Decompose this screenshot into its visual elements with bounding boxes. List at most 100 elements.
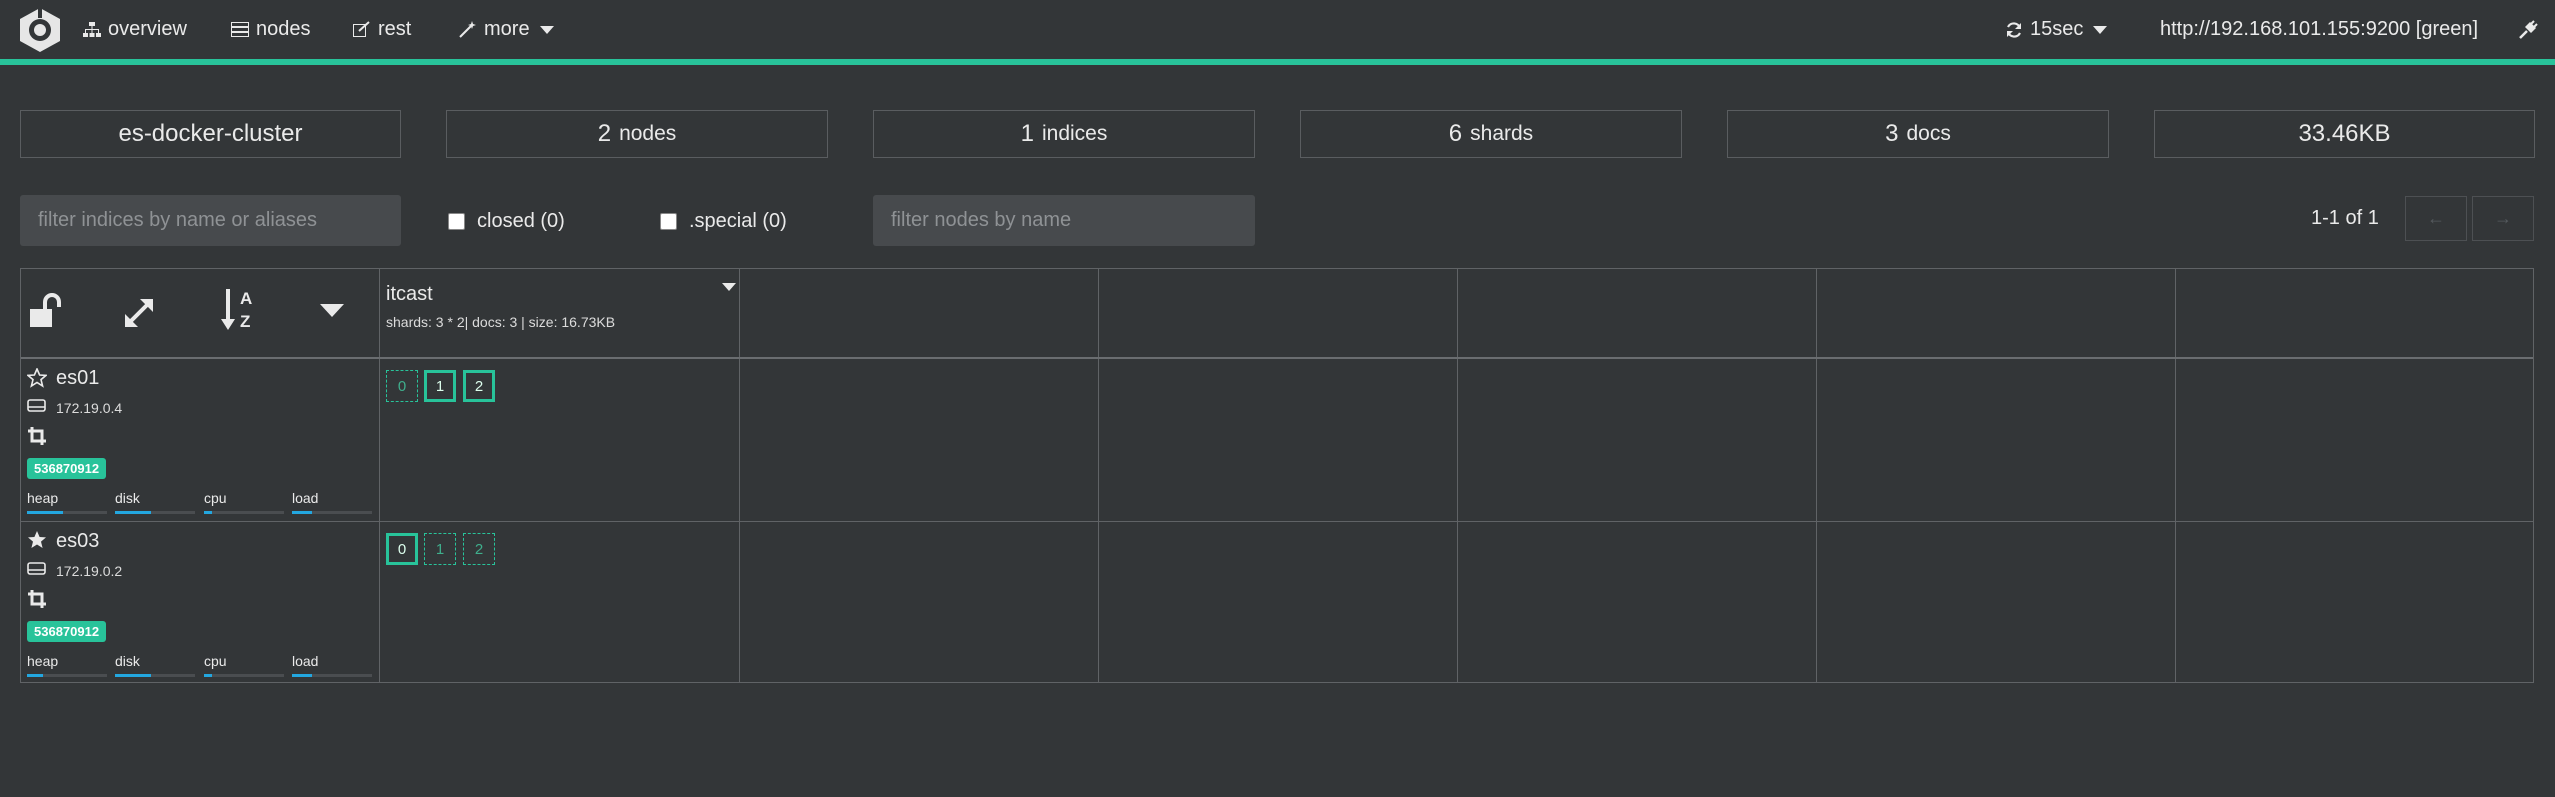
load-meter-fill (292, 674, 312, 677)
shards-count: 6 (1448, 120, 1463, 147)
node-id-badge: 536870912 (27, 621, 107, 642)
nav-rest-label: rest (378, 18, 412, 40)
heap-meter (27, 511, 107, 514)
summary-nodes: 2 nodes (446, 110, 828, 158)
cpu-meter (204, 674, 284, 677)
node-name[interactable]: es01 (56, 367, 99, 390)
checkbox-box[interactable] (660, 213, 677, 230)
disk-meter (115, 511, 195, 514)
checkbox-box[interactable] (448, 213, 465, 230)
load-meter (292, 674, 372, 677)
index-meta: shards: 3 * 2| docs: 3 | size: 16.73KB (386, 314, 616, 330)
refresh-icon (2006, 21, 2022, 38)
heap-meter-fill (27, 674, 43, 677)
heap-meter (27, 674, 107, 677)
summary-cluster-name: es-docker-cluster (20, 110, 401, 158)
filter-indices-input[interactable] (20, 195, 401, 246)
chevron-down-icon (2093, 25, 2108, 34)
svg-text:A: A (240, 289, 252, 308)
header-divider (21, 357, 2533, 359)
cluster-size: 33.46KB (2298, 120, 2391, 147)
node-id-badge: 536870912 (27, 458, 107, 479)
caret-down-icon[interactable] (317, 301, 347, 321)
crop-icon (28, 590, 46, 608)
nav-nodes-label: nodes (256, 18, 311, 40)
shard-0-replica[interactable]: 0 (386, 370, 418, 402)
indices-label: indices (1041, 122, 1108, 145)
shard-0-primary[interactable]: 0 (386, 533, 418, 565)
shard-1-primary[interactable]: 1 (424, 370, 456, 402)
load-meter-fill (292, 511, 312, 514)
summary-docs: 3 docs (1727, 110, 2109, 158)
sitemap-icon (83, 21, 101, 37)
plug-icon (2519, 19, 2538, 39)
column-divider (1816, 269, 1817, 682)
closed-label: closed (0) (477, 210, 565, 232)
docs-count: 3 (1885, 120, 1899, 147)
hdd-icon (27, 562, 46, 575)
star-filled-icon (28, 531, 46, 548)
nav-more-dropdown[interactable]: more (459, 0, 554, 59)
shard-number: 1 (435, 377, 445, 395)
load-label: load (292, 490, 319, 506)
closed-indices-checkbox[interactable]: closed (0) (448, 210, 565, 233)
cpu-meter-fill (204, 511, 212, 514)
shard-2-replica[interactable]: 2 (463, 533, 495, 565)
summary-size: 33.46KB (2154, 110, 2535, 158)
star-outline-icon (27, 368, 47, 388)
expand-icon[interactable] (119, 293, 159, 333)
summary-shards: 6 shards (1300, 110, 1682, 158)
shard-number: 1 (435, 540, 445, 558)
cpu-label: cpu (204, 653, 227, 669)
disk-meter (115, 674, 195, 677)
indices-count: 1 (1020, 120, 1034, 147)
disk-meter-fill (115, 511, 151, 514)
index-name[interactable]: itcast (386, 283, 433, 306)
nav-nodes[interactable]: nodes (231, 0, 311, 59)
node-row-es01: es01 172.19.0.4 536870912 heap disk cpu … (21, 358, 379, 521)
special-indices-checkbox[interactable]: .special (0) (660, 210, 787, 233)
load-label: load (292, 653, 319, 669)
shard-1-replica[interactable]: 1 (424, 533, 456, 565)
nodes-count: 2 (597, 120, 612, 147)
heap-label: heap (27, 653, 59, 669)
node-row-es03: es03 172.19.0.2 536870912 heap disk cpu … (21, 522, 379, 684)
magic-wand-icon (459, 21, 476, 38)
disk-label: disk (115, 653, 140, 669)
arrow-right-icon: → (2494, 208, 2512, 228)
column-divider (1457, 269, 1458, 682)
disconnect-button[interactable] (2518, 0, 2545, 59)
unlock-icon[interactable] (25, 289, 65, 333)
cluster-status-bar (0, 59, 2555, 65)
shard-2-primary[interactable]: 2 (463, 370, 495, 402)
cpu-meter-fill (204, 674, 212, 677)
nav-rest[interactable]: rest (353, 0, 411, 59)
next-page-button[interactable]: → (2472, 196, 2534, 241)
cpu-meter (204, 511, 284, 514)
chevron-down-icon (539, 25, 554, 34)
filter-nodes-input[interactable] (873, 195, 1255, 246)
pagination-info: 1-1 of 1 (2311, 207, 2379, 229)
cluster-host-url[interactable]: http://192.168.101.155:9200 [green] (2160, 0, 2478, 59)
nav-overview[interactable]: overview (83, 0, 187, 59)
cpu-label: cpu (204, 490, 227, 506)
cluster-overview-grid: A Z itcast shards: 3 * 2| docs: 3 | size… (20, 268, 2534, 683)
disk-meter-fill (115, 674, 151, 677)
disk-label: disk (115, 490, 140, 506)
shard-number: 2 (474, 540, 484, 558)
shard-number: 0 (397, 540, 407, 558)
refresh-interval-dropdown[interactable]: 15sec (2005, 0, 2108, 59)
column-divider (739, 269, 740, 682)
heap-meter-fill (27, 511, 63, 514)
sort-alpha-icon[interactable]: A Z (218, 285, 262, 333)
hdd-icon (27, 399, 46, 412)
svg-text:Z: Z (240, 312, 250, 331)
node-name[interactable]: es03 (56, 530, 99, 553)
index-menu-caret-icon[interactable] (722, 283, 736, 291)
cerebro-logo-icon[interactable] (16, 6, 64, 54)
arrow-left-icon: ← (2427, 208, 2445, 228)
nav-overview-label: overview (108, 18, 187, 40)
cluster-name: es-docker-cluster (118, 120, 303, 147)
shard-number: 2 (474, 377, 484, 395)
previous-page-button[interactable]: ← (2405, 196, 2467, 241)
